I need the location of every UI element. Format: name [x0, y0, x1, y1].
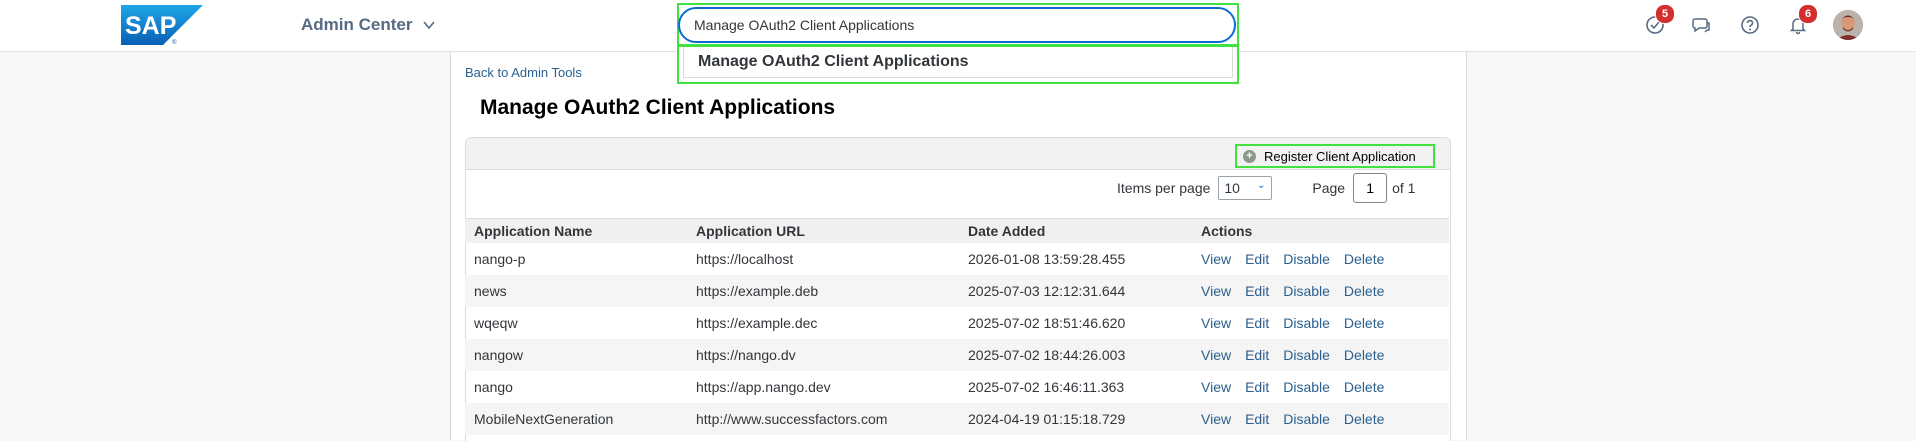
delete-link[interactable]: Delete: [1344, 283, 1384, 299]
row-actions: View Edit Disable Delete: [1192, 339, 1449, 371]
register-button-label: Register Client Application: [1264, 148, 1416, 164]
disable-link[interactable]: Disable: [1283, 251, 1330, 267]
sap-logo[interactable]: SAP ®: [121, 5, 203, 45]
row-actions: View Edit Disable Delete: [1192, 275, 1449, 307]
back-to-admin-tools-link[interactable]: Back to Admin Tools: [465, 65, 582, 80]
row-actions: View Edit Disable Delete: [1192, 403, 1449, 435]
delete-link[interactable]: Delete: [1344, 347, 1384, 363]
client-applications-table: Application Name Application URL Date Ad…: [465, 218, 1449, 435]
table-row: nangow https://nango.dv 2025-07-02 18:44…: [465, 338, 1449, 371]
page-total: of 1: [1392, 180, 1416, 196]
col-date-added[interactable]: Date Added: [959, 218, 1192, 243]
notifications-badge: 6: [1798, 4, 1818, 24]
app-title-menu[interactable]: Admin Center: [301, 13, 436, 37]
add-circle-icon: +: [1243, 149, 1256, 163]
delete-link[interactable]: Delete: [1344, 411, 1384, 427]
feedback-button[interactable]: [1688, 11, 1716, 39]
col-application-url[interactable]: Application URL: [687, 218, 959, 243]
app-name: MobileNextGeneration: [474, 410, 614, 427]
items-per-page-value: 10: [1224, 180, 1240, 196]
table-row: wqeqw https://example.dec 2025-07-02 18:…: [465, 307, 1449, 339]
suggestion-label: Manage OAuth2 Client Applications: [698, 53, 969, 70]
table-row: MobileNextGeneration http://www.successf…: [465, 402, 1449, 435]
app-name: nango: [474, 378, 513, 395]
app-date: 2026-01-08 13:59:28.455: [968, 250, 1126, 267]
app-url: https://nango.dv: [696, 346, 796, 363]
edit-link[interactable]: Edit: [1245, 379, 1269, 395]
app-name: news: [474, 282, 507, 299]
app-date: 2025-07-02 16:46:11.363: [968, 378, 1125, 395]
app-name: wqeqw: [474, 314, 518, 331]
items-per-page-label: Items per page: [1117, 180, 1211, 196]
todo-badge: 5: [1655, 4, 1675, 24]
app-date: 2025-07-02 18:44:26.003: [968, 346, 1126, 363]
edit-link[interactable]: Edit: [1245, 283, 1269, 299]
page-label: Page: [1312, 180, 1346, 196]
table-row: nango-p https://localhost 2026-01-08 13:…: [465, 243, 1449, 275]
view-link[interactable]: View: [1201, 283, 1231, 299]
table-row: nango https://app.nango.dev 2025-07-02 1…: [465, 371, 1449, 403]
app-url: https://example.dec: [696, 314, 818, 331]
chevron-down-icon: ⌄: [1257, 179, 1266, 191]
row-actions: View Edit Disable Delete: [1192, 243, 1449, 275]
disable-link[interactable]: Disable: [1283, 379, 1330, 395]
page-title: Manage OAuth2 Client Applications: [480, 96, 836, 119]
view-link[interactable]: View: [1201, 347, 1231, 363]
app-url: https://example.deb: [696, 282, 819, 299]
table-row: news https://example.deb 2025-07-03 12:1…: [465, 274, 1449, 307]
app-date: 2024-04-19 01:15:18.729: [968, 410, 1126, 427]
app-date: 2025-07-03 12:12:31.644: [968, 282, 1126, 299]
disable-link[interactable]: Disable: [1283, 347, 1330, 363]
pagination: Items per page 10 ⌄ Page of 1: [1117, 173, 1416, 203]
todo-button[interactable]: 5: [1641, 4, 1675, 39]
chat-icon: [1692, 18, 1710, 33]
row-actions: View Edit Disable Delete: [1192, 371, 1449, 403]
col-actions: Actions: [1192, 218, 1449, 243]
app-url: http://www.successfactors.com: [696, 410, 888, 427]
view-link[interactable]: View: [1201, 411, 1231, 427]
delete-link[interactable]: Delete: [1344, 315, 1384, 331]
page-number-input[interactable]: [1353, 173, 1388, 203]
view-link[interactable]: View: [1201, 379, 1231, 395]
col-application-name[interactable]: Application Name: [465, 218, 687, 243]
chevron-down-icon: [423, 21, 436, 30]
svg-text:®: ®: [172, 39, 177, 45]
search-suggestions: Manage OAuth2 Client Applications: [677, 45, 1239, 84]
edit-link[interactable]: Edit: [1245, 251, 1269, 267]
app-name: nangow: [474, 346, 524, 363]
svg-text:SAP: SAP: [125, 12, 176, 40]
app-title: Admin Center: [301, 15, 413, 34]
edit-link[interactable]: Edit: [1245, 315, 1269, 331]
notifications-button[interactable]: 6: [1784, 4, 1818, 39]
edit-link[interactable]: Edit: [1245, 411, 1269, 427]
delete-link[interactable]: Delete: [1344, 251, 1384, 267]
view-link[interactable]: View: [1201, 251, 1231, 267]
view-link[interactable]: View: [1201, 315, 1231, 331]
disable-link[interactable]: Disable: [1283, 315, 1330, 331]
avatar-icon: [1833, 10, 1863, 40]
row-actions: View Edit Disable Delete: [1192, 307, 1449, 339]
suggestion-item[interactable]: Manage OAuth2 Client Applications: [683, 47, 1233, 78]
app-url: https://localhost: [696, 250, 794, 267]
user-avatar[interactable]: [1833, 10, 1863, 40]
app-date: 2025-07-02 18:51:46.620: [968, 314, 1126, 331]
question-icon: [1741, 16, 1759, 34]
table-header-row: Application Name Application URL Date Ad…: [465, 218, 1449, 243]
search-input[interactable]: [678, 7, 1236, 43]
delete-link[interactable]: Delete: [1344, 379, 1384, 395]
register-client-application-button[interactable]: + Register Client Application: [1235, 144, 1435, 168]
items-per-page-select[interactable]: 10 ⌄: [1218, 176, 1273, 200]
edit-link[interactable]: Edit: [1245, 347, 1269, 363]
disable-link[interactable]: Disable: [1283, 283, 1330, 299]
help-button[interactable]: [1736, 11, 1764, 39]
app-name: nango-p: [474, 250, 526, 267]
disable-link[interactable]: Disable: [1283, 411, 1330, 427]
app-url: https://app.nango.dev: [696, 378, 831, 395]
